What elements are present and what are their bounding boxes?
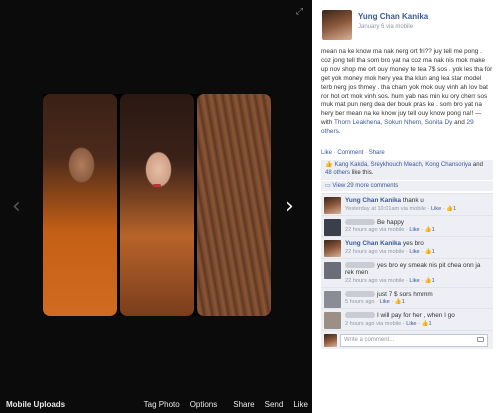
share-button[interactable]: Share	[233, 400, 254, 409]
comment-text: yes bro ey smeak nis pit chea onn ja rek…	[345, 261, 481, 276]
redacted-name	[345, 290, 375, 297]
comment-link[interactable]: Comment	[337, 150, 363, 156]
comment: Yung Chan Kanika thank u Yesterday at 10…	[321, 193, 493, 215]
comment-meta: 2 hours ago via mobile · Like · 👍1	[345, 320, 432, 327]
author-name[interactable]: Yung Chan Kanika	[358, 12, 428, 21]
like-button[interactable]: Like	[293, 400, 308, 409]
avatar[interactable]	[324, 197, 341, 214]
viewer-footer: Mobile Uploads Tag Photo Options Share S…	[0, 395, 312, 413]
comment: Yung Chan Kanika yes bro 22 hours ago vi…	[321, 236, 493, 258]
expand-icon[interactable]: ⤢	[296, 7, 303, 16]
redacted-name	[345, 261, 375, 268]
tag-photo-button[interactable]: Tag Photo	[144, 400, 180, 409]
comment-meta: 22 hours ago via mobile · Like · 👍1	[345, 248, 435, 255]
likes-joiner: and	[471, 162, 483, 168]
comment-author[interactable]: Yung Chan Kanika	[345, 197, 401, 204]
post-meta: January 6 via mobile	[358, 24, 414, 30]
tagged-friends-link[interactable]: Thorn Leakhena, Sokun Nhem, Sonita Dy	[334, 119, 452, 126]
chevron-left-icon[interactable]: ‹	[12, 196, 21, 218]
comment-like-link[interactable]: Like	[406, 321, 416, 327]
comment-like-link[interactable]: Like	[380, 299, 390, 305]
view-more-label[interactable]: View 29 more comments	[332, 183, 398, 189]
comment-input[interactable]	[340, 333, 488, 347]
likes-end: like this.	[350, 169, 374, 176]
tagged-joiner: and	[452, 119, 467, 127]
comment: I will pay for her , when I go 2 hours a…	[321, 308, 493, 330]
comment-meta: 22 hours ago via mobile · Like · 👍1	[345, 277, 435, 284]
view-more-comments[interactable]: ▭ View 29 more comments	[321, 181, 493, 191]
avatar[interactable]	[324, 261, 341, 279]
thumbs-up-icon: 👍	[424, 248, 432, 255]
album-link[interactable]: Mobile Uploads	[6, 400, 65, 409]
likers-more-link[interactable]: 48 others	[325, 170, 350, 176]
share-link[interactable]: Share	[369, 150, 385, 156]
redacted-name	[345, 312, 375, 318]
photo-panel-2	[120, 94, 194, 316]
thumbs-up-icon: 👍	[424, 277, 432, 284]
avatar	[324, 333, 337, 347]
comment-composer	[321, 329, 493, 349]
send-button[interactable]: Send	[265, 400, 284, 409]
comment-text: just 7 $ sors hmmm	[345, 290, 489, 299]
comment-text: I will pay for her , when I go	[345, 312, 489, 320]
redacted-name	[345, 218, 375, 225]
comment-like-link[interactable]: Like	[409, 278, 419, 284]
like-link[interactable]: Like	[321, 150, 332, 156]
photo-panel-3	[197, 94, 271, 316]
comment: yes bro ey smeak nis pit chea onn ja rek…	[321, 257, 493, 287]
thumbs-up-icon: 👍	[325, 162, 333, 168]
thumbs-up-icon: 👍	[421, 320, 429, 327]
camera-icon[interactable]	[477, 336, 484, 342]
post-body: mean na ke know ma nak nerg ort fri?? ju…	[321, 48, 493, 127]
comment: just 7 $ sors hmmm 5 hours ago · Like · …	[321, 286, 493, 308]
comment-meta: 5 hours ago · Like · 👍1	[345, 299, 405, 305]
options-button[interactable]: Options	[190, 400, 218, 409]
avatar[interactable]	[324, 218, 341, 236]
comment-author[interactable]: Yung Chan Kanika	[345, 240, 401, 247]
comment-text: Be happy	[345, 218, 489, 227]
chevron-right-icon[interactable]: ›	[285, 196, 294, 218]
photo[interactable]	[43, 94, 271, 316]
comment-text: Yung Chan Kanika yes bro	[345, 240, 424, 247]
post-header: Yung Chan Kanika January 6 via mobile	[322, 10, 492, 40]
avatar[interactable]	[324, 240, 341, 257]
comment-icon: ▭	[325, 183, 331, 189]
viewer-actions: Tag Photo Options Share Send Like	[134, 400, 308, 409]
comment-like-link[interactable]: Like	[431, 206, 441, 212]
post-sidebar: Yung Chan Kanika January 6 via mobile me…	[312, 0, 500, 413]
post-actions: Like · Comment · Share	[321, 150, 385, 156]
comment-meta: Yesterday at 10:01am via mobile · Like ·…	[345, 205, 457, 212]
comment-text: Yung Chan Kanika thank u	[345, 197, 424, 204]
tagged-end: .	[338, 128, 341, 136]
likes-summary: 👍 Kang Kakda, Sreykhouch Meach, Kong Chan…	[321, 160, 493, 180]
comment: Be happy 22 hours ago via mobile · Like …	[321, 214, 493, 236]
avatar[interactable]	[324, 290, 341, 308]
comment-meta: 22 hours ago via mobile · Like · 👍1	[345, 227, 435, 233]
comment-like-link[interactable]: Like	[409, 249, 419, 255]
photo-viewer: ⤢ ‹ › Mobile Uploads Tag Photo Options S…	[0, 0, 312, 413]
likers-link[interactable]: Kang Kakda, Sreykhouch Meach, Kong Chans…	[334, 162, 471, 168]
thumbs-up-icon: 👍	[424, 227, 432, 233]
comment-list: Yung Chan Kanika thank u Yesterday at 10…	[321, 193, 493, 349]
photo-lips	[153, 184, 161, 187]
avatar[interactable]	[322, 10, 352, 40]
avatar[interactable]	[324, 312, 341, 329]
post-text: mean na ke know ma nak nerg ort fri?? ju…	[321, 48, 493, 137]
thumbs-up-icon: 👍	[394, 299, 402, 305]
comment-like-link[interactable]: Like	[409, 227, 419, 233]
photo-panel-1	[43, 94, 117, 316]
